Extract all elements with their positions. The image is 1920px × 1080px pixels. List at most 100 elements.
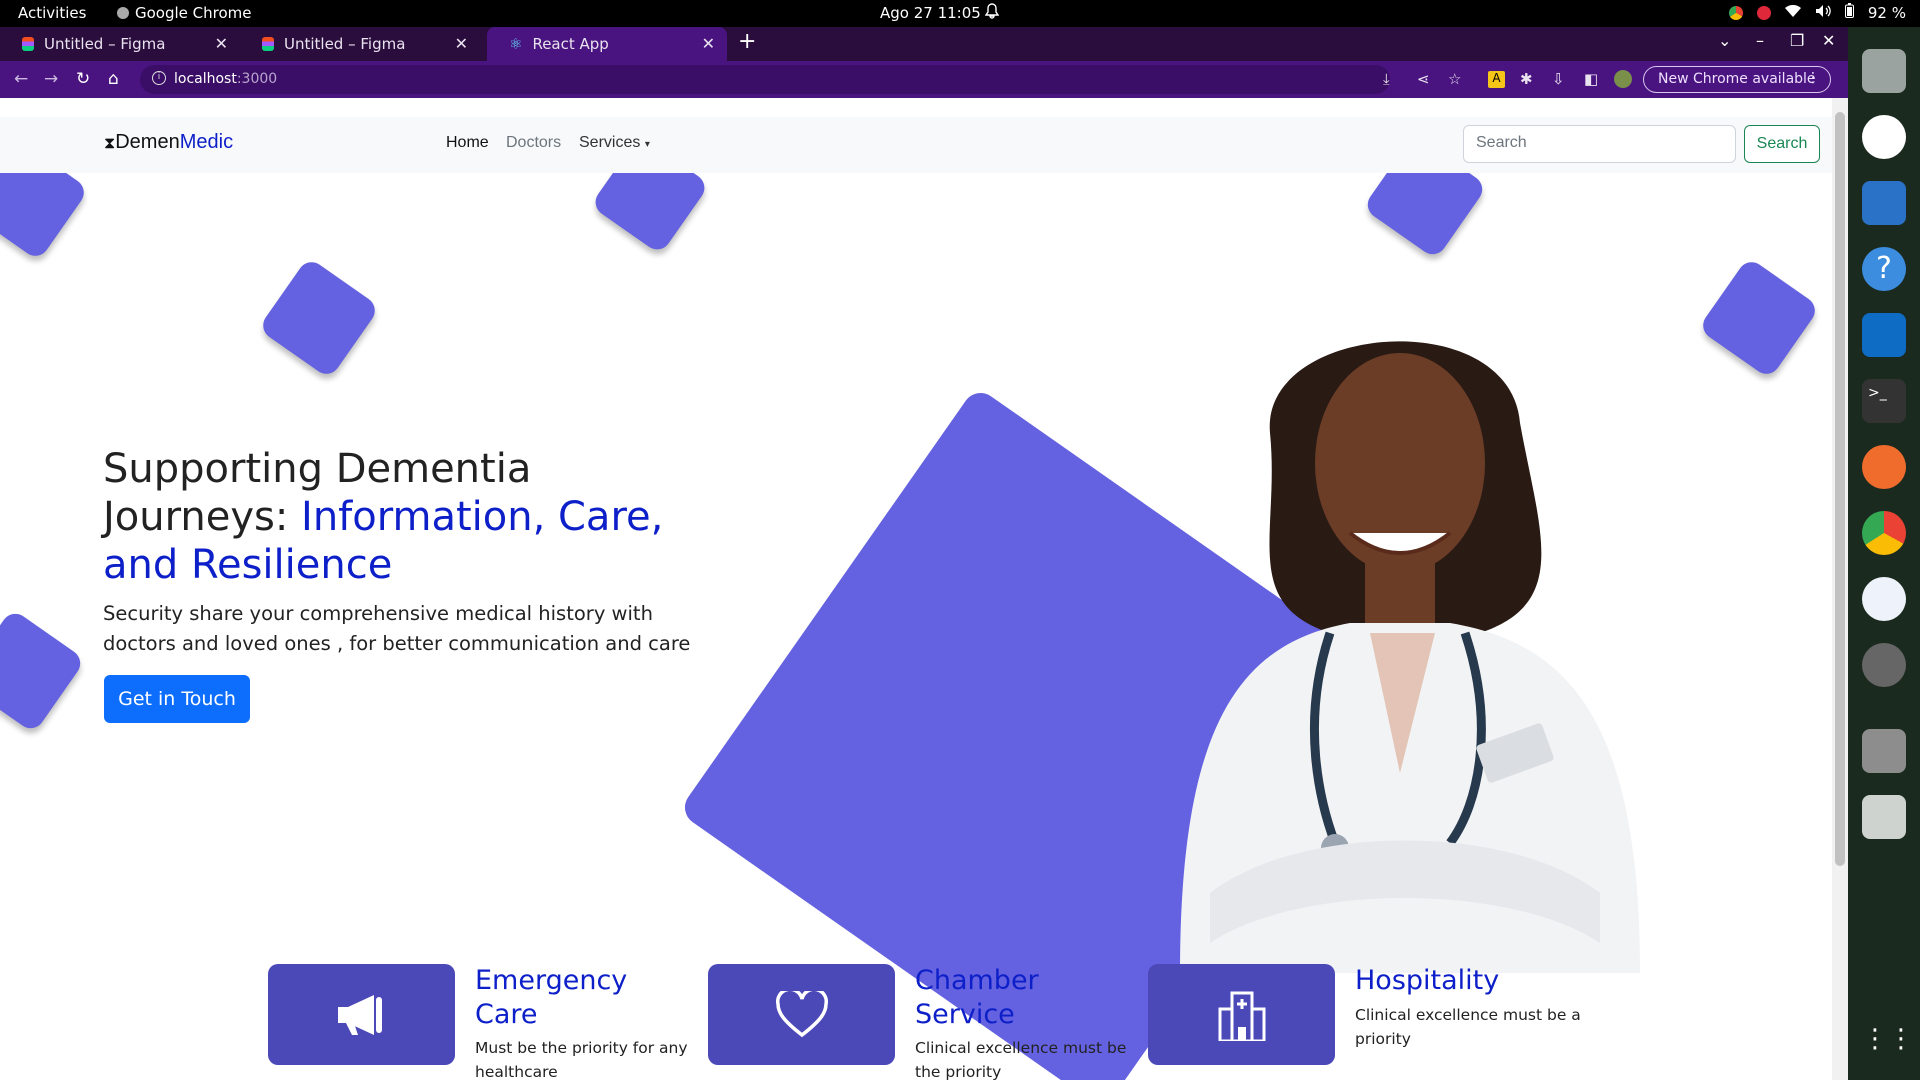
terminal-icon[interactable]: >_: [1862, 379, 1906, 423]
notification-bell-icon: [984, 3, 1000, 23]
app-center-icon[interactable]: [1862, 577, 1906, 621]
figma-icon: [262, 37, 274, 51]
close-tab-icon[interactable]: ✕: [215, 34, 228, 53]
extensions-puzzle-icon[interactable]: ✱: [1520, 70, 1533, 88]
show-apps-grid-icon[interactable]: ⋮⋮⋮: [1862, 1017, 1920, 1061]
update-label: New Chrome available: [1658, 71, 1816, 87]
reload-icon[interactable]: ↻: [76, 69, 90, 89]
service-title: Emergency Care: [475, 965, 628, 1030]
postman-icon[interactable]: [1862, 445, 1906, 489]
tab-search-chevron-icon[interactable]: ⌄: [1718, 31, 1731, 50]
decor-shape: [0, 608, 86, 734]
site-info-icon[interactable]: i: [152, 71, 166, 85]
install-app-icon[interactable]: ⤓: [1383, 70, 1390, 88]
clock[interactable]: Ago 27 11:05: [880, 4, 981, 22]
volume-icon: [1815, 4, 1831, 22]
chrome-app-icon: [117, 7, 129, 19]
menu-kebab-icon: ⋮: [1806, 70, 1820, 86]
battery-icon: [1844, 3, 1854, 22]
chamber-service-tile[interactable]: [708, 964, 895, 1065]
hero-subtitle: Security share your comprehensive medica…: [103, 602, 691, 655]
new-tab-icon[interactable]: +: [738, 29, 756, 54]
tab-title: Untitled – Figma: [44, 35, 166, 53]
tab-figma-2[interactable]: Untitled – Figma ✕: [240, 27, 480, 61]
nav-services-dropdown[interactable]: Services ▾: [579, 134, 650, 152]
chrome-dock-icon[interactable]: [1862, 511, 1906, 555]
do-not-disturb-icon: [1756, 5, 1771, 20]
ubuntu-dock: ? >_ ⋮⋮⋮: [1848, 27, 1920, 1080]
brand-prefix: Demen: [115, 131, 180, 153]
hero-title: Supporting Dementia Journeys: Informatio…: [103, 445, 723, 589]
site-navbar: ⧗DemenMedic Home Doctors Services ▾ Sear…: [0, 117, 1832, 173]
scrollbar-thumb[interactable]: [1835, 112, 1845, 866]
tab-strip: Untitled – Figma ✕ Untitled – Figma ✕ ⚛ …: [0, 27, 1848, 61]
battery-level: 92 %: [1867, 3, 1906, 22]
trash-icon[interactable]: [1862, 795, 1906, 839]
files-app-icon[interactable]: [1862, 49, 1906, 93]
hospitality-tile[interactable]: [1148, 964, 1335, 1065]
brand-suffix: Medic: [179, 131, 234, 153]
writer-icon[interactable]: [1862, 181, 1906, 225]
tab-title: React App: [532, 35, 609, 53]
brand-logo[interactable]: ⧗DemenMedic: [104, 131, 233, 154]
close-tab-icon[interactable]: ✕: [702, 34, 715, 53]
close-tab-icon[interactable]: ✕: [455, 34, 468, 53]
ssd-drive-icon[interactable]: [1862, 729, 1906, 773]
heart-icon: [775, 990, 828, 1037]
profile-avatar[interactable]: [1614, 70, 1632, 88]
get-in-touch-button[interactable]: Get in Touch: [104, 675, 250, 723]
close-window-icon[interactable]: ✕: [1822, 31, 1835, 50]
back-icon[interactable]: ←: [14, 69, 28, 89]
minimize-icon[interactable]: –: [1756, 31, 1764, 50]
emergency-care-tile[interactable]: [268, 964, 455, 1065]
site-search-button[interactable]: Search: [1744, 125, 1820, 163]
side-panel-icon[interactable]: ◧: [1584, 70, 1598, 88]
url-port: :3000: [236, 71, 278, 87]
site-search-input[interactable]: Search: [1463, 125, 1736, 163]
figma-icon: [22, 37, 34, 51]
system-top-bar: Activities Google Chrome Ago 27 11:05 92…: [0, 0, 1920, 27]
share-icon[interactable]: ⋖: [1417, 70, 1430, 88]
extension-icon[interactable]: A: [1488, 71, 1505, 88]
hospital-icon: [1218, 991, 1265, 1041]
tab-react-app[interactable]: ⚛ React App ✕: [487, 27, 727, 61]
search-placeholder: Search: [1476, 134, 1527, 151]
nav-doctors-link[interactable]: Doctors: [506, 134, 561, 152]
app-menu[interactable]: Google Chrome: [117, 4, 252, 22]
nav-home-link[interactable]: Home: [446, 134, 489, 152]
restore-icon[interactable]: ❐: [1790, 31, 1804, 50]
service-description: Clinical excellence must be a priority: [1355, 1006, 1581, 1048]
service-description: Clinical excellence must be the priority: [915, 1039, 1127, 1080]
nav-services-label: Services: [579, 134, 641, 151]
service-title: Hospitality: [1355, 965, 1500, 996]
vscode-icon[interactable]: [1862, 313, 1906, 357]
wifi-icon: [1784, 4, 1801, 22]
tab-title: Untitled – Figma: [284, 35, 406, 53]
bookmark-star-icon[interactable]: ☆: [1448, 70, 1461, 88]
forward-icon[interactable]: →: [44, 69, 58, 89]
page-scrollbar[interactable]: [1832, 98, 1848, 1080]
decor-shape: [1697, 256, 1821, 380]
caret-down-icon: ▾: [644, 139, 650, 150]
react-icon: ⚛: [509, 35, 523, 53]
system-tray[interactable]: 92 %: [1728, 3, 1906, 22]
help-icon[interactable]: ?: [1862, 247, 1906, 291]
tab-figma-1[interactable]: Untitled – Figma ✕: [0, 27, 240, 61]
url-host: localhost: [174, 71, 237, 87]
service-description: Must be the priority for any healthcare: [475, 1039, 688, 1080]
activities-button[interactable]: Activities: [18, 4, 86, 22]
settings-icon[interactable]: [1862, 643, 1906, 687]
browser-toolbar: ← → ↻ ⌂ i localhost:3000 ⤓ ⋖ ☆ A ✱ ⇩ ◧ N…: [0, 61, 1848, 98]
app-name: Google Chrome: [135, 4, 252, 22]
decor-shape: [257, 256, 381, 380]
slack-icon[interactable]: [1862, 115, 1906, 159]
chrome-tray-icon: [1728, 5, 1743, 20]
downloads-icon[interactable]: ⇩: [1552, 70, 1565, 88]
doctor-photo: [1180, 341, 1640, 973]
service-title: Chamber Service: [915, 965, 1039, 1030]
page-viewport: ⧗DemenMedic Home Doctors Services ▾ Sear…: [0, 98, 1832, 1080]
new-chrome-available-button[interactable]: New Chrome available ⋮: [1643, 66, 1831, 93]
address-bar[interactable]: i localhost:3000: [140, 65, 1390, 94]
brain-logo-icon: ⧗: [104, 135, 116, 152]
home-icon[interactable]: ⌂: [108, 69, 119, 89]
